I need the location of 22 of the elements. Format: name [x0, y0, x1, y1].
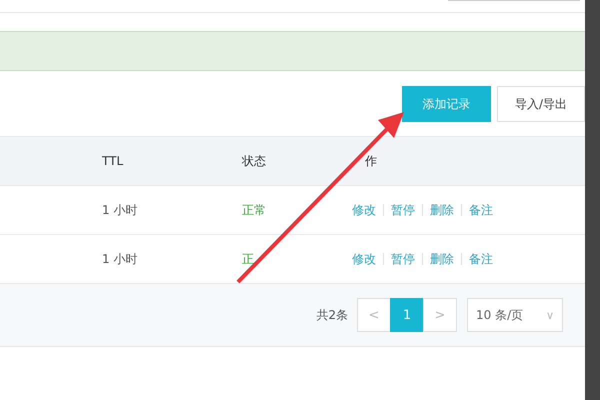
page-button[interactable]: 1: [390, 298, 424, 332]
action-link[interactable]: 修改: [352, 202, 376, 218]
column-header: 状态: [242, 152, 267, 170]
status-text: 正常: [242, 202, 267, 218]
action-link[interactable]: 暂停: [391, 250, 415, 268]
action-link[interactable]: 备注: [469, 202, 493, 218]
next-page-button[interactable]: >: [423, 298, 457, 332]
import-export-button[interactable]: 导入/导出: [497, 86, 585, 122]
action-link[interactable]: 备注: [469, 250, 493, 268]
page-size-select[interactable]: 10 条/页 ∨: [467, 298, 563, 332]
total-count: 共2条: [316, 306, 348, 324]
column-header: 作: [364, 152, 378, 170]
status-text: 正: [242, 250, 255, 268]
add-record-button[interactable]: 添加记录: [402, 86, 491, 122]
prev-page-button[interactable]: <: [357, 298, 391, 332]
table-cell-text: 1 小时: [102, 250, 138, 268]
action-link[interactable]: 删除: [430, 250, 454, 268]
action-link[interactable]: 删除: [430, 202, 454, 218]
action-link[interactable]: 暂停: [391, 202, 415, 218]
column-header: TTL: [102, 154, 124, 168]
table-cell-text: 1 小时: [102, 202, 138, 218]
action-link[interactable]: 修改: [352, 250, 376, 268]
